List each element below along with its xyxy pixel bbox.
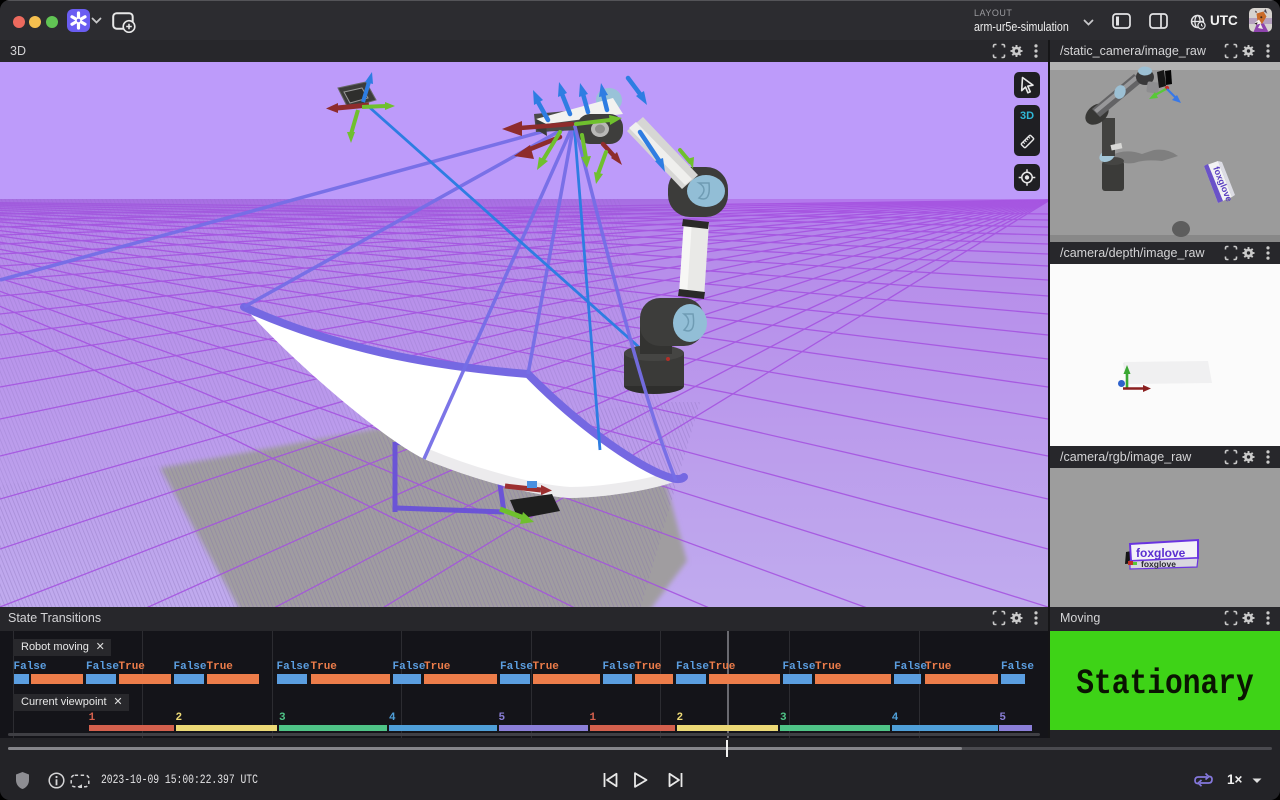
svg-text:foxglove: foxglove: [1136, 546, 1186, 560]
svg-text:foxglove: foxglove: [1141, 559, 1176, 569]
